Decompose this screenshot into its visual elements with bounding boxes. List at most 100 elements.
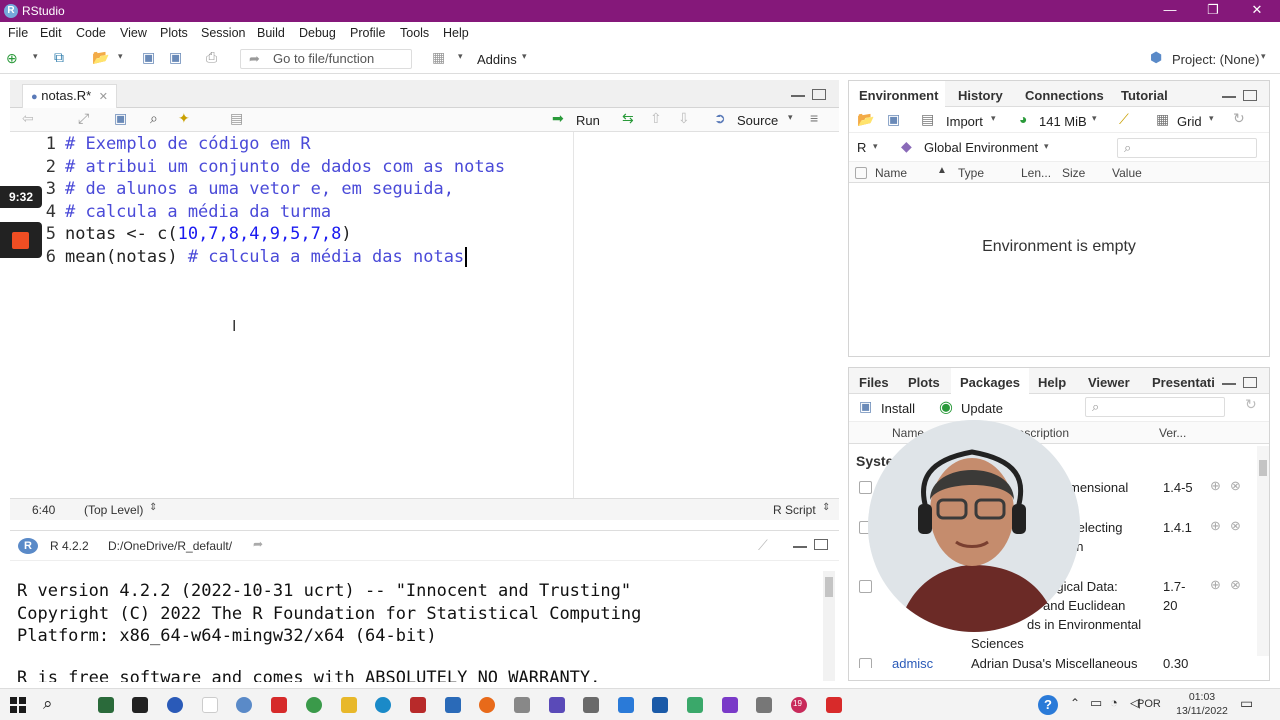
- clock-date[interactable]: 13/11/2022: [1170, 705, 1234, 717]
- grid-layout-icon[interactable]: ▦: [432, 49, 445, 66]
- new-file-icon[interactable]: ⊕: [6, 50, 18, 67]
- input-language[interactable]: POR: [1137, 698, 1161, 710]
- project-menu[interactable]: Project: (None): [1172, 52, 1259, 67]
- new-project-icon[interactable]: ⧉: [54, 49, 64, 66]
- file-explorer-icon[interactable]: [341, 697, 357, 713]
- app-icon[interactable]: [271, 697, 287, 713]
- rstudio-taskbar-icon[interactable]: [236, 697, 252, 713]
- menu-file[interactable]: File: [8, 26, 28, 40]
- tab-files[interactable]: Files: [859, 375, 889, 390]
- back-icon[interactable]: ⇦: [22, 110, 34, 127]
- chevron-down-icon[interactable]: ▾: [118, 51, 123, 62]
- menu-debug[interactable]: Debug: [299, 26, 336, 40]
- magic-wand-icon[interactable]: ✦: [178, 110, 190, 127]
- load-workspace-icon[interactable]: 📂: [857, 111, 874, 128]
- app-icon[interactable]: 19: [791, 697, 807, 713]
- chevron-down-icon[interactable]: ▾: [873, 141, 878, 152]
- code-editor[interactable]: 1 2 3 4 5 6 # Exemplo de código em R # a…: [10, 132, 838, 498]
- tab-viewer[interactable]: Viewer: [1088, 375, 1130, 390]
- remove-package-icon[interactable]: ⊗: [1230, 478, 1241, 494]
- minimize-pane-icon[interactable]: [1222, 381, 1236, 385]
- chevron-down-icon[interactable]: ▾: [1044, 141, 1049, 152]
- broom-icon[interactable]: ⟋: [1119, 111, 1129, 128]
- compile-icon[interactable]: ▤: [230, 110, 243, 127]
- chevron-up-icon[interactable]: ⌃: [1070, 696, 1080, 710]
- show-in-window-icon[interactable]: ⤢: [78, 110, 89, 127]
- print-icon[interactable]: ⎙: [206, 49, 217, 66]
- broom-icon[interactable]: ⟋: [758, 537, 768, 554]
- app-icon[interactable]: [756, 697, 772, 713]
- battery-icon[interactable]: ▭: [1090, 695, 1102, 711]
- menu-build[interactable]: Build: [257, 26, 285, 40]
- package-checkbox[interactable]: [859, 481, 872, 494]
- chrome-icon[interactable]: [306, 697, 322, 713]
- web-icon[interactable]: ⊕: [1210, 577, 1221, 593]
- app-icon[interactable]: [98, 697, 114, 713]
- remove-package-icon[interactable]: ⊗: [1230, 518, 1241, 534]
- menu-help[interactable]: Help: [443, 26, 469, 40]
- app-icon[interactable]: [583, 697, 599, 713]
- open-folder-icon[interactable]: 📂: [92, 49, 109, 66]
- install-button[interactable]: Install: [881, 401, 915, 416]
- scope-menu[interactable]: Global Environment: [924, 140, 1038, 155]
- save-icon[interactable]: ▣: [114, 110, 127, 127]
- tab-tutorial[interactable]: Tutorial: [1121, 88, 1168, 103]
- minimize-icon[interactable]: —: [1160, 2, 1180, 17]
- restore-icon[interactable]: ❐: [1203, 2, 1223, 18]
- tab-connections[interactable]: Connections: [1025, 88, 1104, 103]
- menu-tools[interactable]: Tools: [400, 26, 429, 40]
- app-icon[interactable]: [410, 697, 426, 713]
- select-all-checkbox[interactable]: [855, 167, 867, 179]
- firefox-icon[interactable]: [479, 697, 495, 713]
- edge-icon[interactable]: [375, 697, 391, 713]
- search-icon[interactable]: ⌕: [43, 694, 53, 714]
- chevron-down-icon[interactable]: ▾: [1092, 113, 1097, 124]
- app-icon[interactable]: [202, 697, 218, 713]
- import-icon[interactable]: ▤: [921, 111, 934, 128]
- save-all-icon[interactable]: ▣: [169, 49, 182, 66]
- app-icon[interactable]: [132, 697, 148, 713]
- close-icon[interactable]: ✕: [1247, 2, 1267, 18]
- chevron-down-icon[interactable]: ▾: [1209, 113, 1214, 124]
- source-icon[interactable]: ➲: [714, 110, 726, 127]
- tab-plots[interactable]: Plots: [908, 375, 940, 390]
- view-mode-menu[interactable]: Grid: [1177, 114, 1202, 129]
- menu-plots[interactable]: Plots: [160, 26, 188, 40]
- tab-notas-r[interactable]: ● notas.R* ✕: [22, 84, 117, 108]
- maximize-pane-icon[interactable]: [1243, 377, 1257, 388]
- save-icon[interactable]: ▣: [887, 111, 900, 128]
- stop-recording-icon[interactable]: [12, 232, 29, 249]
- chevron-down-icon[interactable]: ▾: [1261, 51, 1266, 62]
- app-icon[interactable]: [652, 697, 668, 713]
- down-icon[interactable]: ⇩: [678, 110, 690, 127]
- save-icon[interactable]: ▣: [142, 49, 155, 66]
- col-name[interactable]: Name: [875, 166, 907, 180]
- packages-search-input[interactable]: ⌕: [1085, 397, 1225, 417]
- vscode-icon[interactable]: [618, 697, 634, 713]
- package-checkbox[interactable]: [859, 580, 872, 593]
- run-button[interactable]: Run: [576, 113, 600, 128]
- update-button[interactable]: Update: [961, 401, 1003, 416]
- memory-usage[interactable]: 141 MiB: [1039, 114, 1087, 129]
- menu-profile[interactable]: Profile: [350, 26, 385, 40]
- language-menu[interactable]: R: [857, 140, 866, 155]
- search-icon[interactable]: ⌕: [150, 110, 158, 127]
- packages-scrollbar[interactable]: [1257, 446, 1269, 656]
- col-type[interactable]: Type: [958, 166, 984, 180]
- maximize-pane-icon[interactable]: [1243, 90, 1257, 101]
- maximize-pane-icon[interactable]: [812, 89, 826, 100]
- app-icon[interactable]: [826, 697, 842, 713]
- scope-indicator[interactable]: (Top Level): [84, 503, 143, 517]
- env-search-input[interactable]: ⌕: [1117, 138, 1257, 158]
- app-icon[interactable]: [167, 697, 183, 713]
- remove-package-icon[interactable]: ⊗: [1230, 577, 1241, 593]
- outline-icon[interactable]: ≡: [810, 110, 818, 126]
- chevron-down-icon[interactable]: ▾: [522, 51, 527, 62]
- tab-environment[interactable]: Environment: [859, 88, 938, 103]
- tab-help[interactable]: Help: [1038, 375, 1066, 390]
- menu-view[interactable]: View: [120, 26, 147, 40]
- tab-presentation[interactable]: Presentati: [1152, 375, 1216, 390]
- web-icon[interactable]: ⊕: [1210, 478, 1221, 494]
- goto-dir-icon[interactable]: ➦: [253, 537, 263, 551]
- source-button[interactable]: Source: [737, 113, 778, 128]
